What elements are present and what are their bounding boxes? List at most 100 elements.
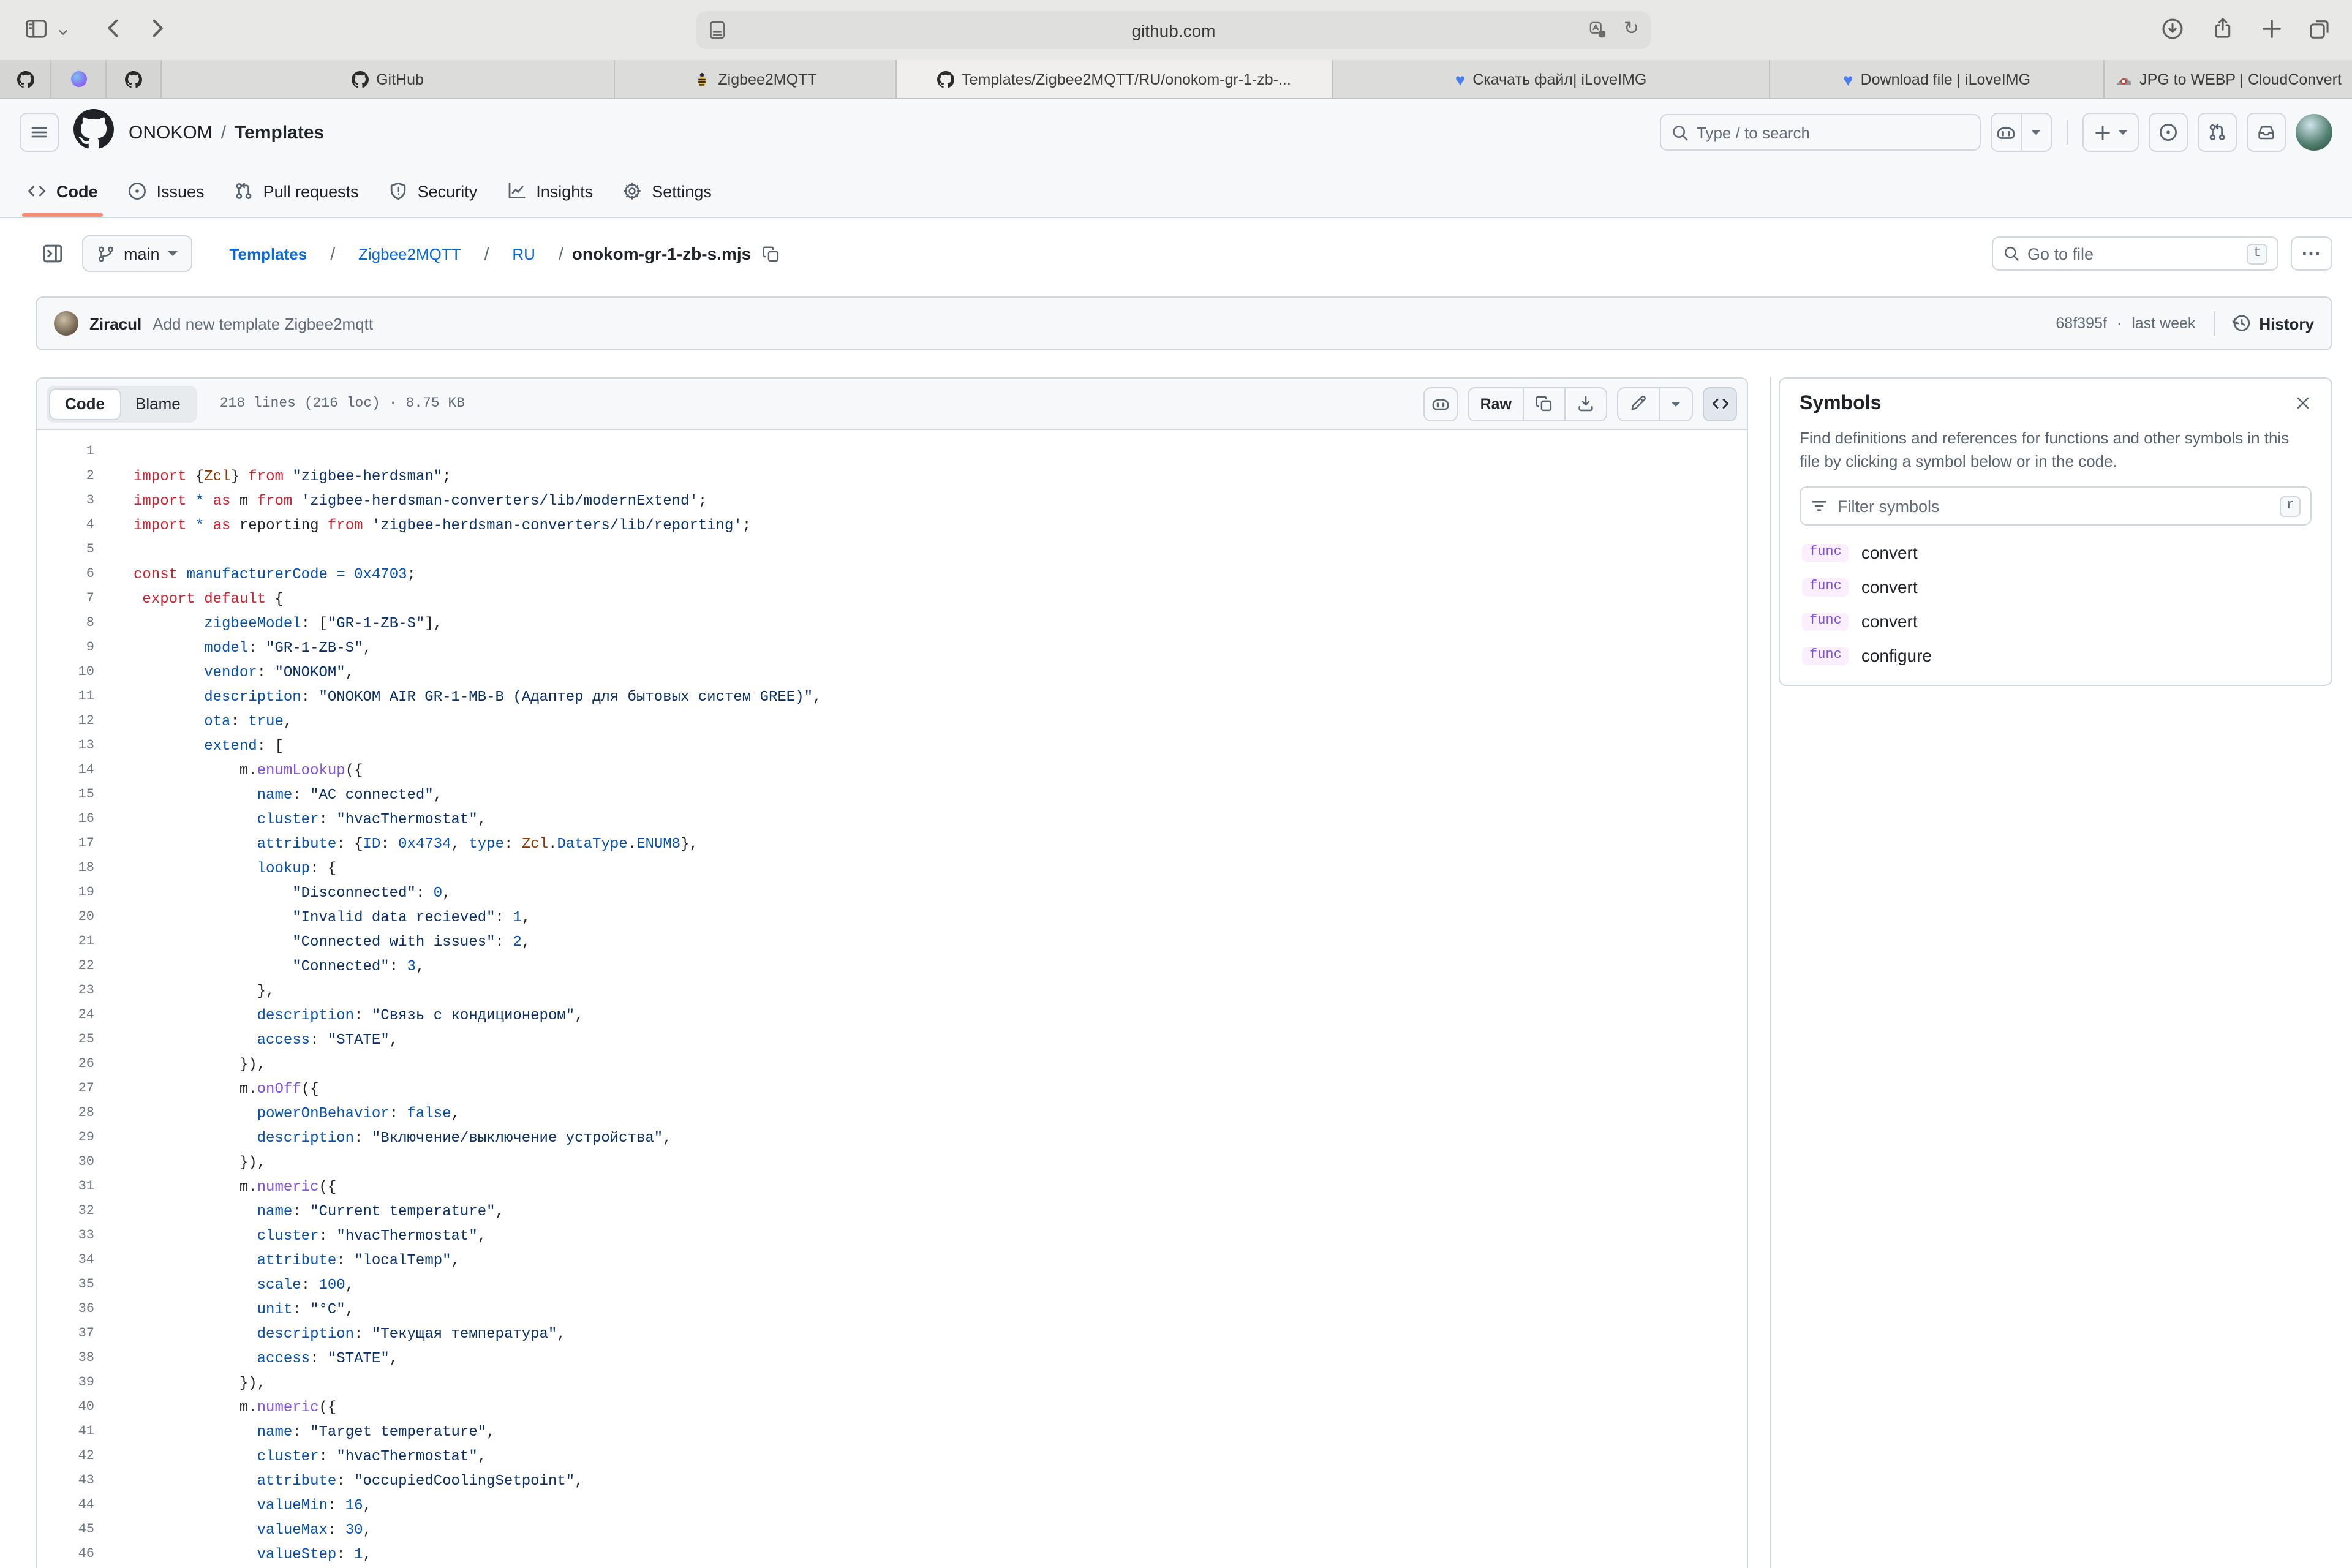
line-number[interactable]: 41: [37, 1425, 94, 1439]
pinned-tab-github-2[interactable]: [107, 60, 162, 98]
tab-code-view[interactable]: Code: [49, 388, 121, 420]
tab-blame-view[interactable]: Blame: [121, 388, 195, 420]
line-number[interactable]: 6: [37, 567, 94, 582]
line-number[interactable]: 19: [37, 886, 94, 900]
symbol-item[interactable]: funcconfigure: [1800, 638, 2312, 673]
tab-zigbee2mqtt[interactable]: Zigbee2MQTT: [615, 60, 897, 98]
tab-cloudconvert[interactable]: ☁ JPG to WEBP | CloudConvert: [2105, 60, 2352, 98]
commit-message[interactable]: Add new template Zigbee2mqtt: [153, 314, 373, 333]
history-button[interactable]: History: [2214, 311, 2314, 336]
line-number[interactable]: 44: [37, 1498, 94, 1513]
copilot-icon[interactable]: [1992, 114, 2021, 151]
edit-pencil-icon[interactable]: [1618, 388, 1659, 420]
line-number[interactable]: 7: [37, 592, 94, 606]
repo-owner-link[interactable]: ONOKOM: [129, 122, 213, 143]
line-number[interactable]: 45: [37, 1523, 94, 1537]
nav-tab-issues[interactable]: Issues: [115, 165, 217, 217]
line-number[interactable]: 30: [37, 1155, 94, 1170]
line-number[interactable]: 1: [37, 445, 94, 459]
breadcrumb-ru[interactable]: RU: [497, 238, 550, 270]
line-number[interactable]: 10: [37, 665, 94, 680]
issues-button[interactable]: [2149, 113, 2188, 152]
line-number[interactable]: 17: [37, 837, 94, 851]
copy-file-icon[interactable]: [1523, 388, 1564, 420]
user-avatar[interactable]: [2296, 114, 2332, 151]
go-to-file-input[interactable]: Go to file t: [1992, 236, 2278, 271]
line-number[interactable]: 5: [37, 543, 94, 557]
line-number[interactable]: 11: [37, 690, 94, 704]
share-icon[interactable]: [2211, 17, 2234, 47]
breadcrumb-templates[interactable]: Templates: [215, 238, 322, 270]
line-number[interactable]: 38: [37, 1351, 94, 1366]
sidebar-toggle-icon[interactable]: [24, 17, 48, 47]
symbol-item[interactable]: funcconvert: [1800, 604, 2312, 638]
line-number[interactable]: 27: [37, 1082, 94, 1096]
line-number[interactable]: 29: [37, 1131, 94, 1145]
nav-tab-code[interactable]: Code: [15, 165, 110, 217]
line-number[interactable]: 35: [37, 1278, 94, 1292]
commit-author[interactable]: Ziracul: [89, 314, 141, 333]
page-settings-icon[interactable]: [707, 20, 728, 44]
github-logo[interactable]: [74, 109, 114, 156]
line-number[interactable]: 34: [37, 1253, 94, 1268]
commit-author-avatar[interactable]: [54, 311, 78, 336]
new-tab-icon[interactable]: [2260, 17, 2283, 47]
nav-tab-pull-requests[interactable]: Pull requests: [222, 165, 371, 217]
branch-selector[interactable]: main: [82, 235, 193, 272]
tab-iloveimg-ru[interactable]: ♥ Скачать файл| iLoveIMG: [1333, 60, 1770, 98]
line-number[interactable]: 3: [37, 494, 94, 508]
raw-button[interactable]: Raw: [1469, 388, 1523, 420]
nav-tab-insights[interactable]: Insights: [494, 165, 605, 217]
line-number[interactable]: 8: [37, 616, 94, 631]
line-number[interactable]: 46: [37, 1547, 94, 1562]
address-bar[interactable]: github.com ↻: [696, 11, 1651, 49]
reload-icon[interactable]: ↻: [1624, 20, 1639, 39]
download-file-icon[interactable]: [1564, 388, 1606, 420]
line-number[interactable]: 4: [37, 518, 94, 533]
line-number[interactable]: 18: [37, 861, 94, 876]
commit-hash[interactable]: 68f395f: [2056, 315, 2106, 332]
line-number[interactable]: 13: [37, 739, 94, 753]
inbox-button[interactable]: [2247, 113, 2286, 152]
line-number[interactable]: 42: [37, 1449, 94, 1464]
line-number[interactable]: 36: [37, 1302, 94, 1317]
pinned-tab-github-1[interactable]: [0, 60, 51, 98]
line-number[interactable]: 21: [37, 935, 94, 949]
line-number[interactable]: 39: [37, 1376, 94, 1390]
line-number[interactable]: 28: [37, 1106, 94, 1121]
edit-menu-chevron[interactable]: [1659, 388, 1692, 420]
copilot-menu-chevron[interactable]: [2021, 114, 2051, 151]
sidebar-chevron-icon[interactable]: [56, 23, 70, 45]
line-number[interactable]: 31: [37, 1180, 94, 1194]
pull-requests-button[interactable]: [2198, 113, 2237, 152]
tab-github[interactable]: GitHub: [162, 60, 615, 98]
line-number[interactable]: 37: [37, 1327, 94, 1341]
close-icon[interactable]: [2294, 394, 2312, 415]
copilot-code-button[interactable]: [1424, 386, 1458, 421]
tab-overview-icon[interactable]: [2308, 17, 2331, 47]
line-number[interactable]: 33: [37, 1229, 94, 1243]
symbol-item[interactable]: funcconvert: [1800, 570, 2312, 604]
line-number[interactable]: 25: [37, 1033, 94, 1047]
line-number[interactable]: 26: [37, 1057, 94, 1072]
line-number[interactable]: 43: [37, 1474, 94, 1488]
repo-name-link[interactable]: Templates: [235, 122, 324, 143]
downloads-icon[interactable]: [2161, 17, 2184, 47]
forward-icon[interactable]: [146, 17, 168, 45]
copilot-button[interactable]: [1991, 113, 2052, 152]
line-number[interactable]: 32: [37, 1204, 94, 1219]
line-number[interactable]: 12: [37, 714, 94, 729]
pinned-tab-brain[interactable]: [51, 60, 107, 98]
translate-icon[interactable]: [1589, 21, 1607, 43]
panel-resize-divider[interactable]: [1770, 377, 1771, 1568]
line-number[interactable]: 15: [37, 788, 94, 802]
line-number[interactable]: 2: [37, 469, 94, 484]
back-icon[interactable]: [103, 17, 125, 45]
symbol-item[interactable]: funcconvert: [1800, 535, 2312, 570]
symbols-toggle-button[interactable]: [1703, 386, 1737, 421]
copy-path-icon[interactable]: [762, 244, 780, 263]
nav-tab-settings[interactable]: Settings: [610, 165, 724, 217]
line-number[interactable]: 9: [37, 641, 94, 655]
breadcrumb-zigbee2mqtt[interactable]: Zigbee2MQTT: [344, 238, 476, 270]
expand-file-tree-button[interactable]: [36, 236, 70, 271]
